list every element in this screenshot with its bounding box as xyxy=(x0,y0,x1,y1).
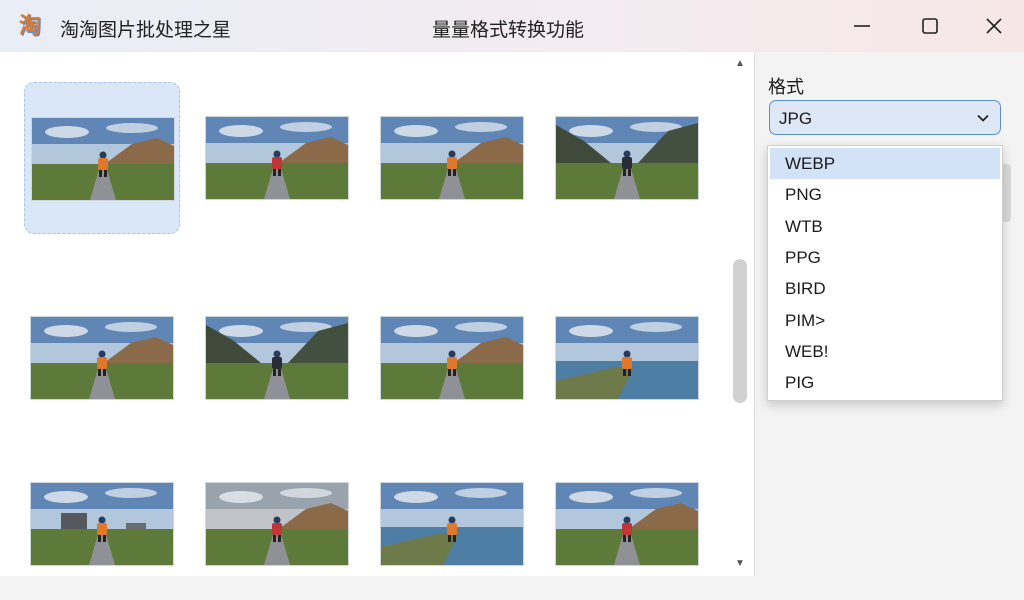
image-preview xyxy=(30,316,174,400)
close-icon xyxy=(986,18,1002,34)
image-thumbnail[interactable] xyxy=(549,282,705,434)
photo-image xyxy=(31,483,173,565)
image-thumbnail[interactable] xyxy=(374,448,530,600)
image-preview xyxy=(555,482,699,566)
maximize-button[interactable] xyxy=(898,0,962,52)
photo-image xyxy=(556,317,698,399)
image-thumbnail[interactable] xyxy=(199,448,355,600)
photo-image xyxy=(381,117,523,199)
format-option[interactable]: PPG xyxy=(770,242,1000,273)
image-thumbnail[interactable] xyxy=(549,448,705,600)
format-option[interactable]: PIM> xyxy=(770,305,1000,336)
image-thumbnail[interactable] xyxy=(549,82,705,234)
image-thumbnail[interactable] xyxy=(374,282,530,434)
image-thumbnail[interactable] xyxy=(24,282,180,434)
close-button[interactable] xyxy=(962,0,1024,52)
photo-image xyxy=(206,117,348,199)
photo-image xyxy=(381,317,523,399)
image-preview xyxy=(380,482,524,566)
format-option[interactable]: BIRD xyxy=(770,273,1000,304)
app-logo-icon: 淘 xyxy=(18,13,41,38)
image-preview xyxy=(205,116,349,200)
image-preview xyxy=(380,116,524,200)
image-preview xyxy=(555,116,699,200)
photo-image xyxy=(381,483,523,565)
photo-image xyxy=(31,317,173,399)
scroll-down-icon[interactable]: ▼ xyxy=(728,556,752,572)
image-thumbnail[interactable] xyxy=(24,82,180,234)
photo-image xyxy=(556,483,698,565)
format-select[interactable]: JPG xyxy=(769,100,1001,135)
app-title: 淘淘图片批处理之星 xyxy=(60,20,232,41)
format-option[interactable]: WEBP xyxy=(770,148,1000,179)
image-preview xyxy=(205,316,349,400)
image-grid-scrollbar[interactable]: ▲ ▼ xyxy=(728,52,752,576)
image-thumbnail[interactable] xyxy=(199,282,355,434)
format-label: 格式 xyxy=(768,77,804,97)
image-thumbnail[interactable] xyxy=(374,82,530,234)
format-option[interactable]: WEB! xyxy=(770,336,1000,367)
image-preview xyxy=(31,117,175,201)
photo-image xyxy=(206,317,348,399)
image-thumbnail[interactable] xyxy=(24,448,180,600)
photo-image xyxy=(206,483,348,565)
image-preview xyxy=(380,316,524,400)
scroll-up-icon[interactable]: ▲ xyxy=(728,56,752,72)
title-bar: 淘 淘淘图片批处理之星 量量格式转换功能 xyxy=(0,0,1024,52)
image-preview xyxy=(205,482,349,566)
format-option[interactable]: PIG xyxy=(770,367,1000,398)
format-option[interactable]: WTB xyxy=(770,211,1000,242)
maximize-icon xyxy=(922,18,938,34)
scrollbar-thumb[interactable] xyxy=(733,259,747,403)
format-select-value: JPG xyxy=(779,109,813,128)
chevron-down-icon xyxy=(977,114,989,122)
photo-image xyxy=(556,117,698,199)
image-preview xyxy=(30,482,174,566)
photo-image xyxy=(32,118,174,200)
image-preview xyxy=(555,316,699,400)
minimize-icon xyxy=(854,25,870,27)
image-thumbnail[interactable] xyxy=(199,82,355,234)
format-option[interactable]: PNG xyxy=(770,179,1000,210)
window-title: 量量格式转换功能 xyxy=(432,20,585,41)
image-grid[interactable] xyxy=(0,52,755,576)
format-dropdown-list: WEBP PNG WTB PPG BIRD PIM> WEB! PIG xyxy=(767,145,1003,401)
minimize-button[interactable] xyxy=(830,0,894,52)
